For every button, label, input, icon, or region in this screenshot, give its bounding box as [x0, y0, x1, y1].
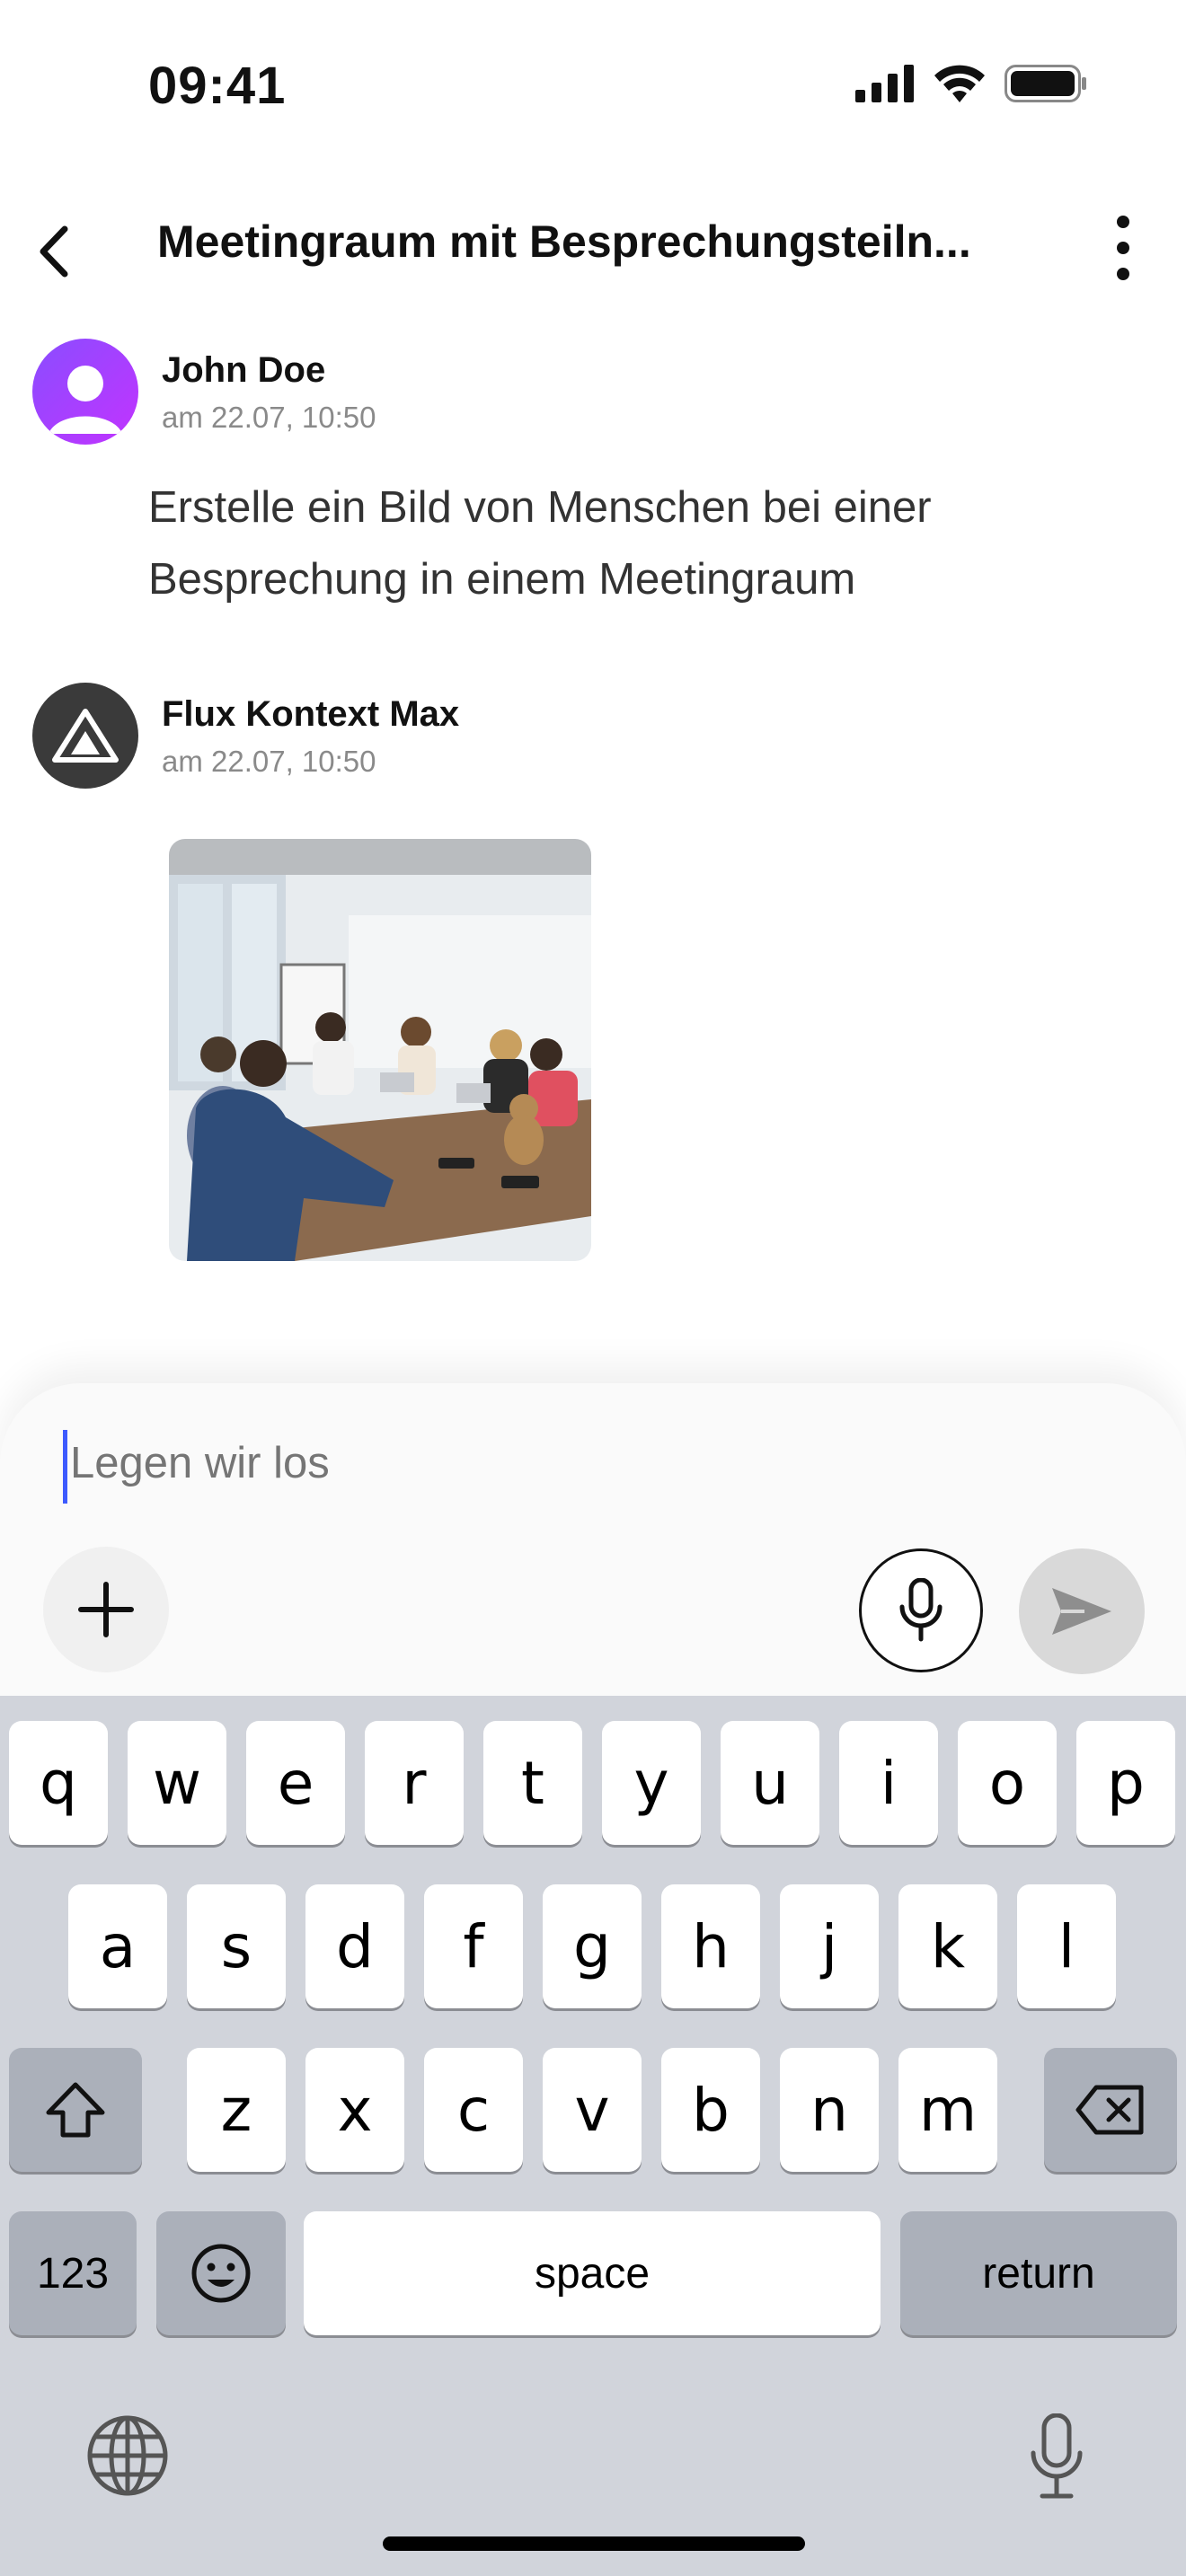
message-time: am 22.07, 10:50	[162, 401, 376, 434]
key-b[interactable]: b	[661, 2048, 760, 2172]
key-t[interactable]: t	[483, 1721, 582, 1845]
key-y[interactable]: y	[602, 1721, 701, 1845]
key-x[interactable]: x	[305, 2048, 404, 2172]
key-s[interactable]: s	[187, 1884, 286, 2008]
return-key[interactable]: return	[900, 2211, 1177, 2335]
user-icon	[49, 366, 122, 434]
status-time: 09:41	[148, 57, 287, 115]
composer-panel	[0, 1383, 1186, 1698]
key-k[interactable]: k	[898, 1884, 997, 2008]
key-e[interactable]: e	[246, 1721, 345, 1845]
key-d[interactable]: d	[305, 1884, 404, 2008]
key-a[interactable]: a	[68, 1884, 167, 2008]
message-author: John Doe	[162, 350, 326, 390]
home-indicator	[383, 2536, 805, 2551]
key-n[interactable]: n	[780, 2048, 879, 2172]
key-h[interactable]: h	[661, 1884, 760, 2008]
key-m[interactable]: m	[898, 2048, 997, 2172]
key-v[interactable]: v	[543, 2048, 642, 2172]
microphone-icon	[1031, 2413, 1083, 2499]
battery-icon	[1005, 65, 1086, 102]
shift-icon	[46, 2082, 105, 2138]
key-o[interactable]: o	[958, 1721, 1057, 1845]
shift-key[interactable]	[9, 2048, 142, 2172]
text-cursor	[63, 1430, 67, 1504]
key-u[interactable]: u	[721, 1721, 819, 1845]
key-l[interactable]: l	[1017, 1884, 1116, 2008]
microphone-icon	[899, 1578, 943, 1642]
page-title: Meetingraum mit Besprechungsteiln...	[157, 216, 971, 267]
numbers-key[interactable]: 123	[9, 2211, 137, 2335]
message-input[interactable]	[68, 1437, 638, 1489]
chevron-left-icon	[40, 225, 68, 278]
flux-logo-icon	[52, 709, 119, 763]
more-options-button[interactable]	[1098, 216, 1148, 280]
key-w[interactable]: w	[128, 1721, 226, 1845]
keyboard: q w e r t y u i o p a s d f g h j k l z …	[0, 1696, 1186, 2576]
message-author: Flux Kontext Max	[162, 694, 460, 734]
delete-key[interactable]	[1044, 2048, 1177, 2172]
wifi-icon	[934, 65, 985, 102]
message-time: am 22.07, 10:50	[162, 745, 376, 778]
key-i[interactable]: i	[839, 1721, 938, 1845]
emoji-key[interactable]	[156, 2211, 286, 2335]
key-r[interactable]: r	[365, 1721, 464, 1845]
key-c[interactable]: c	[424, 2048, 523, 2172]
meeting-room-image	[169, 839, 591, 1261]
key-g[interactable]: g	[543, 1884, 642, 2008]
key-z[interactable]: z	[187, 2048, 286, 2172]
avatar	[32, 339, 138, 445]
signal-icon	[855, 65, 914, 102]
key-q[interactable]: q	[9, 1721, 108, 1845]
send-button[interactable]	[1019, 1548, 1145, 1674]
key-j[interactable]: j	[780, 1884, 879, 2008]
back-button[interactable]	[25, 223, 83, 280]
bot-avatar	[32, 683, 138, 789]
send-icon	[1052, 1588, 1111, 1635]
dictation-button[interactable]	[1012, 2407, 1102, 2506]
emoji-icon	[191, 2244, 251, 2303]
add-attachment-button[interactable]	[43, 1547, 169, 1672]
globe-icon	[87, 2415, 168, 2496]
generated-image[interactable]	[169, 839, 591, 1261]
globe-button[interactable]	[83, 2411, 173, 2501]
key-f[interactable]: f	[424, 1884, 523, 2008]
message-text: Erstelle ein Bild von Menschen bei einer…	[148, 483, 932, 604]
status-icons	[855, 65, 1087, 102]
voice-input-button[interactable]	[859, 1548, 983, 1672]
backspace-icon	[1075, 2085, 1144, 2135]
plus-icon	[78, 1582, 134, 1637]
more-vertical-icon	[1117, 216, 1129, 228]
key-p[interactable]: p	[1076, 1721, 1175, 1845]
space-key[interactable]: space	[304, 2211, 881, 2335]
